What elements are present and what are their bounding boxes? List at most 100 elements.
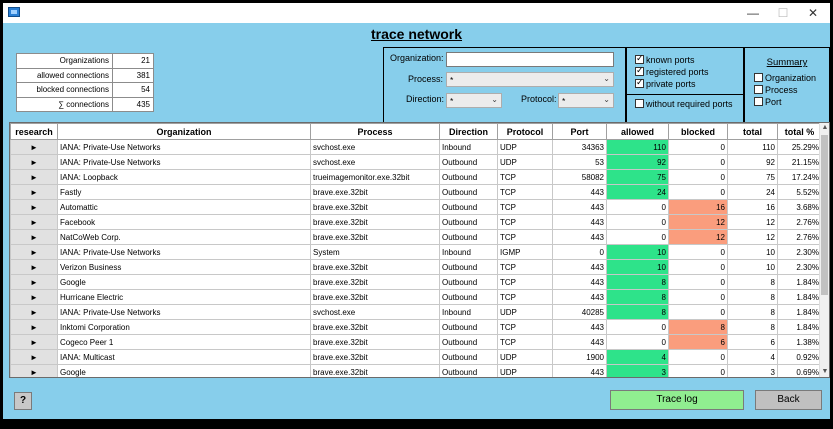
stats-value: 381: [112, 67, 154, 83]
main-panel: trace network Organizations 21 allowed con…: [3, 23, 830, 419]
direction-select[interactable]: * ⌄: [446, 93, 502, 108]
checkbox-box[interactable]: [635, 77, 644, 88]
column-header[interactable]: Protocol: [497, 123, 553, 140]
without-required-ports-checkbox[interactable]: without required ports: [635, 99, 733, 109]
blocked-cell: 8: [668, 319, 728, 335]
research-button[interactable]: ►: [10, 304, 58, 320]
private-ports-checkbox[interactable]: private ports: [635, 77, 696, 89]
protocol-select[interactable]: * ⌄: [558, 93, 614, 108]
research-button[interactable]: ►: [10, 229, 58, 245]
total-percent-cell: 0.69%: [777, 364, 822, 377]
research-button[interactable]: ►: [10, 214, 58, 230]
column-header[interactable]: Organization: [57, 123, 311, 140]
column-header[interactable]: Process: [310, 123, 440, 140]
protocol-label: Protocol:: [521, 94, 557, 104]
scroll-up-icon[interactable]: ▲: [820, 123, 829, 133]
summary-process-label: Process: [765, 85, 798, 95]
stats-row: allowed connections 381: [16, 67, 154, 83]
summary-port-checkbox[interactable]: Port: [754, 97, 782, 107]
close-button[interactable]: ✕: [798, 3, 828, 23]
process-cell: trueimagemonitor.exe.32bit: [310, 169, 440, 185]
process-label: Process:: [408, 74, 444, 84]
allowed-cell: 110: [606, 139, 669, 155]
total-cell: 75: [727, 169, 778, 185]
research-button[interactable]: ►: [10, 274, 58, 290]
checkbox-box[interactable]: [635, 99, 644, 108]
table-row[interactable]: ► IANA: Loopback trueimagemonitor.exe.32bi…: [10, 169, 822, 185]
research-button[interactable]: ►: [10, 244, 58, 260]
research-button[interactable]: ►: [10, 334, 58, 350]
column-header[interactable]: Direction: [439, 123, 498, 140]
table-row[interactable]: ► Fastly brave.exe.32bit Outbound TCP 443 24 0 2…: [10, 184, 822, 200]
scroll-down-icon[interactable]: ▼: [820, 367, 829, 377]
minimize-button[interactable]: —: [738, 3, 768, 23]
research-button[interactable]: ►: [10, 289, 58, 305]
back-button[interactable]: Back: [755, 390, 822, 410]
research-button[interactable]: ►: [10, 259, 58, 275]
scrollbar-thumb[interactable]: [821, 135, 828, 295]
allowed-cell: 10: [606, 244, 669, 260]
summary-process-checkbox[interactable]: Process: [754, 85, 798, 95]
research-button[interactable]: ►: [10, 364, 58, 377]
research-button[interactable]: ►: [10, 199, 58, 215]
help-button[interactable]: ?: [14, 392, 32, 410]
checkbox-box[interactable]: [754, 85, 763, 94]
table-row[interactable]: ► Inktomi Corporation brave.exe.32bit Outbo…: [10, 319, 822, 335]
table-row[interactable]: ► Automattic brave.exe.32bit Outbound TCP 443…: [10, 199, 822, 215]
table-row[interactable]: ► Hurricane Electric brave.exe.32bit Outbou…: [10, 289, 822, 305]
column-header[interactable]: Port: [552, 123, 607, 140]
known-ports-checkbox[interactable]: known ports: [635, 53, 695, 65]
allowed-cell: 0: [606, 319, 669, 335]
total-cell: 12: [727, 214, 778, 230]
table-row[interactable]: ► IANA: Private-Use Networks svchost.exe In…: [10, 304, 822, 320]
table-row[interactable]: ► Google brave.exe.32bit Outbound UDP 443 3 0 3 0…: [10, 364, 822, 377]
summary-organization-checkbox[interactable]: Organization: [754, 73, 816, 83]
table-row[interactable]: ► IANA: Private-Use Networks svchost.exe Ou…: [10, 154, 822, 170]
total-cell: 92: [727, 154, 778, 170]
column-header[interactable]: blocked: [668, 123, 728, 140]
direction-cell: Outbound: [439, 259, 498, 275]
checkbox-box[interactable]: [635, 65, 644, 76]
organization-input[interactable]: [446, 52, 614, 67]
total-cell: 4: [727, 349, 778, 365]
total-percent-cell: 1.84%: [777, 304, 822, 320]
checkbox-box[interactable]: [635, 53, 644, 64]
column-header[interactable]: total: [727, 123, 778, 140]
process-select[interactable]: * ⌄: [446, 72, 614, 87]
allowed-cell: 8: [606, 289, 669, 305]
process-cell: svchost.exe: [310, 304, 440, 320]
chevron-down-icon: ⌄: [491, 95, 498, 104]
research-button[interactable]: ►: [10, 154, 58, 170]
maximize-button[interactable]: ☐: [768, 3, 798, 23]
table-row[interactable]: ► IANA: Multicast brave.exe.32bit Outbound U…: [10, 349, 822, 365]
table-row[interactable]: ► Google brave.exe.32bit Outbound TCP 443 8 0 8 1…: [10, 274, 822, 290]
research-button[interactable]: ►: [10, 169, 58, 185]
title-bar: — ☐ ✕: [3, 3, 830, 23]
summary-panel: Summary Organization Process Port: [744, 47, 830, 134]
research-button[interactable]: ►: [10, 349, 58, 365]
vertical-scrollbar[interactable]: ▲ ▼: [819, 123, 829, 377]
divider: [3, 419, 830, 421]
table-row[interactable]: ► NatCoWeb Corp. brave.exe.32bit Outbound TC…: [10, 229, 822, 245]
table-header: research Organization Process Direction Prot…: [10, 123, 822, 140]
trace-log-button[interactable]: Trace log: [610, 390, 744, 410]
research-button[interactable]: ►: [10, 184, 58, 200]
table-row[interactable]: ► IANA: Private-Use Networks System Inbound…: [10, 244, 822, 260]
research-button[interactable]: ►: [10, 139, 58, 155]
table-row[interactable]: ► Facebook brave.exe.32bit Outbound TCP 443 0 1…: [10, 214, 822, 230]
table-row[interactable]: ► IANA: Private-Use Networks svchost.exe In…: [10, 139, 822, 155]
table-row[interactable]: ► Cogeco Peer 1 brave.exe.32bit Outbound TCP…: [10, 334, 822, 350]
checkbox-box[interactable]: [754, 97, 763, 106]
total-percent-cell: 2.76%: [777, 229, 822, 245]
process-cell: System: [310, 244, 440, 260]
connections-table[interactable]: research Organization Process Direction Prot…: [9, 122, 830, 378]
checkbox-box[interactable]: [754, 73, 763, 82]
registered-ports-checkbox[interactable]: registered ports: [635, 65, 709, 77]
table-row[interactable]: ► Verizon Business brave.exe.32bit Outbound…: [10, 259, 822, 275]
column-header[interactable]: total %: [777, 123, 822, 140]
column-header[interactable]: research: [10, 123, 58, 140]
port-cell: 443: [552, 259, 607, 275]
column-header[interactable]: allowed: [606, 123, 669, 140]
research-button[interactable]: ►: [10, 319, 58, 335]
direction-label: Direction:: [406, 94, 445, 104]
